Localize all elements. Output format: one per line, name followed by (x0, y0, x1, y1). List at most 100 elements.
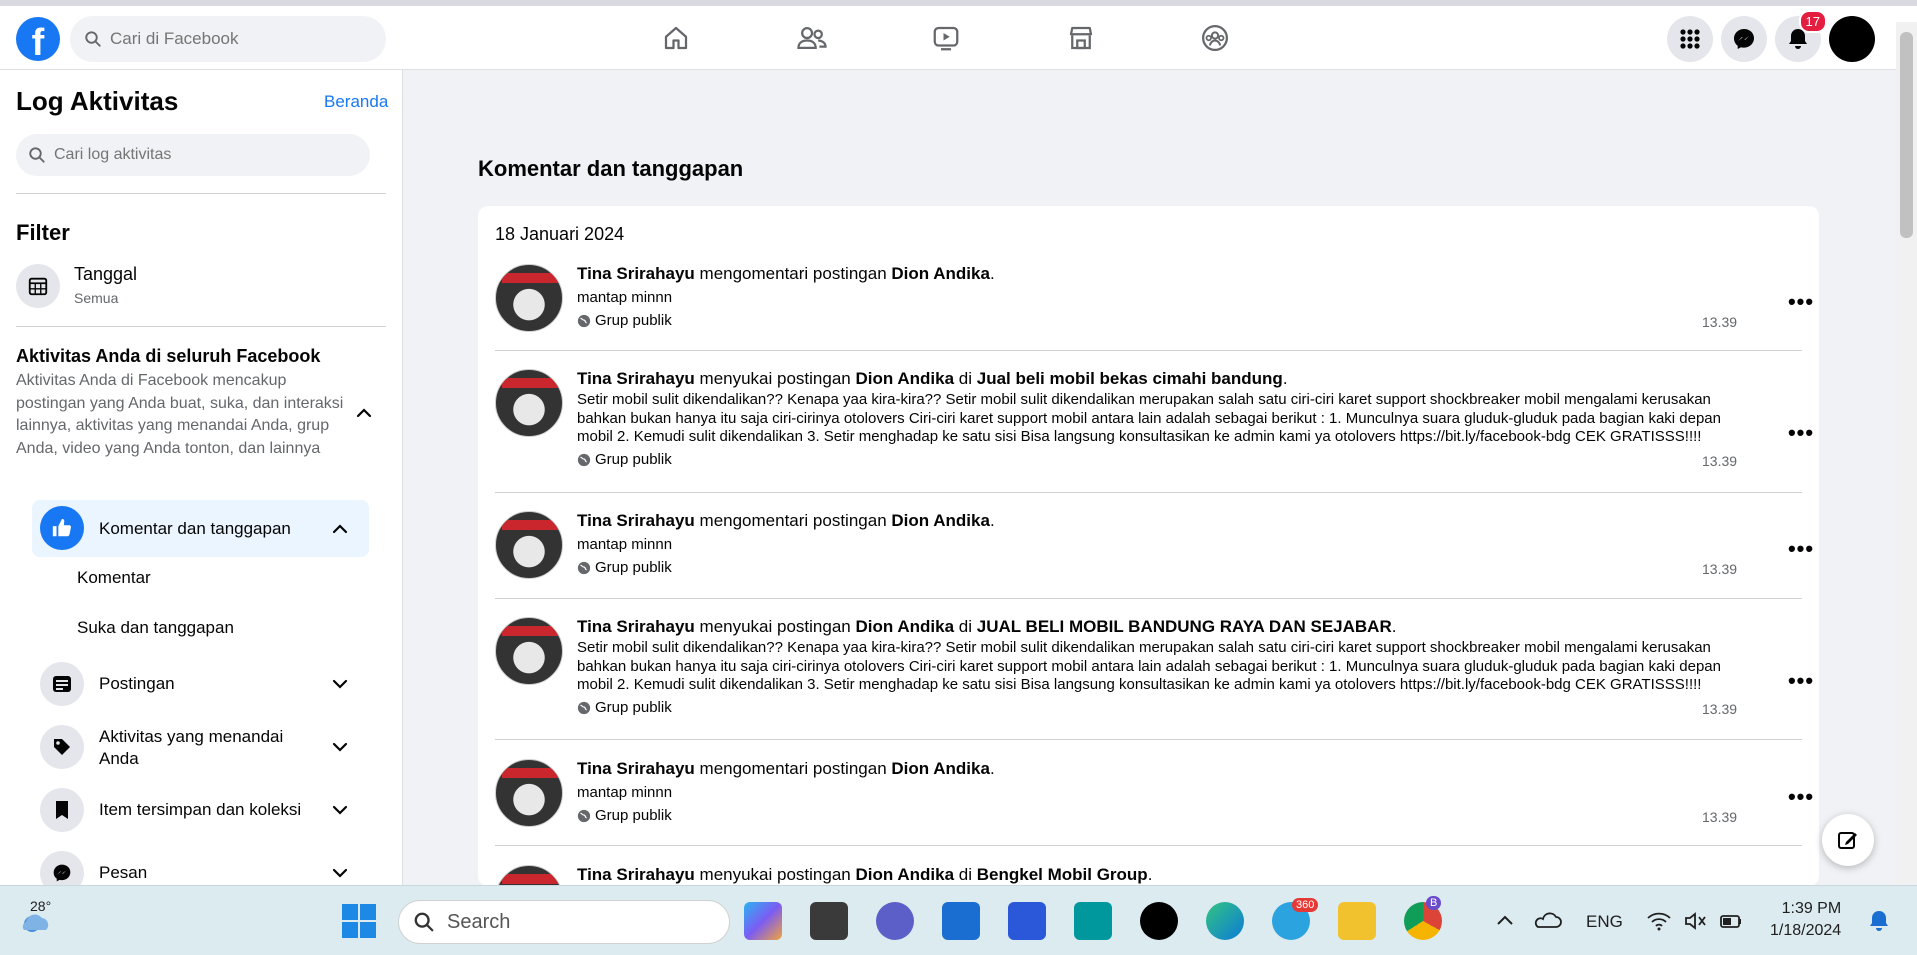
target-name[interactable]: Dion Andika (891, 264, 990, 283)
sentence-end: . (1391, 617, 1397, 636)
group-name[interactable]: JUAL BELI MOBIL BANDUNG RAYA DAN SEJABAR (977, 617, 1392, 636)
chevron-down-icon[interactable] (330, 800, 350, 820)
facebook-search-input[interactable] (110, 29, 350, 49)
divider (495, 845, 1802, 846)
facebook-logo[interactable]: f (16, 17, 60, 61)
windows-start-icon[interactable] (340, 902, 378, 940)
target-name[interactable]: Dion Andika (855, 617, 954, 636)
notification-bell-icon[interactable] (1860, 902, 1898, 940)
chevron-down-icon[interactable] (330, 674, 350, 694)
post-thumbnail[interactable] (495, 511, 563, 579)
more-options-button[interactable]: ••• (1783, 784, 1819, 809)
chevron-down-icon[interactable] (330, 737, 350, 757)
calendar-icon[interactable] (16, 264, 60, 308)
activity-item[interactable]: Tina Srirahayu mengomentari postingan Di… (495, 264, 1813, 334)
post-thumbnail[interactable] (495, 865, 563, 886)
more-options-button[interactable]: ••• (1783, 289, 1819, 314)
new-message-button[interactable] (1822, 814, 1874, 866)
sidebar-item-aktivitas-menandai[interactable]: Aktivitas yang menandai Anda (99, 726, 299, 770)
taskbar-search-label: Search (447, 910, 511, 933)
beranda-link[interactable]: Beranda (324, 92, 388, 112)
cloud-icon[interactable] (1528, 902, 1566, 940)
group-name[interactable]: Jual beli mobil bekas cimahi bandung (977, 369, 1283, 388)
system-clock[interactable]: 1:39 PM 1/18/2024 (1770, 898, 1841, 942)
group-name[interactable]: Bengkel Mobil Group (977, 865, 1148, 884)
video-icon[interactable] (926, 18, 966, 58)
app-icon[interactable] (1008, 902, 1046, 940)
post-thumbnail[interactable] (495, 759, 563, 827)
menu-grid-button[interactable] (1667, 16, 1713, 62)
messenger-button[interactable] (1721, 16, 1767, 62)
account-avatar[interactable] (1829, 16, 1875, 62)
page-scrollbar[interactable] (1896, 22, 1917, 884)
app-icon[interactable] (810, 902, 848, 940)
telegram-icon[interactable]: 360 (1272, 898, 1319, 940)
more-options-button[interactable]: ••• (1783, 420, 1819, 445)
divider (495, 598, 1802, 599)
facebook-search-box[interactable] (70, 16, 386, 62)
more-options-button[interactable]: ••• (1783, 668, 1819, 693)
target-name[interactable]: Dion Andika (855, 369, 954, 388)
activity-item[interactable]: Tina Srirahayu menyukai postingan Dion A… (495, 369, 1813, 469)
actor-name[interactable]: Tina Srirahayu (577, 264, 695, 283)
volume-muted-icon[interactable] (1676, 902, 1714, 940)
sidebar-subitem-suka-tanggapan[interactable]: Suka dan tanggapan (77, 618, 234, 638)
chevron-up-icon[interactable] (354, 403, 374, 423)
edge-icon[interactable] (1206, 902, 1244, 940)
more-options-button[interactable]: ••• (1783, 536, 1819, 561)
post-thumbnail[interactable] (495, 617, 563, 685)
activity-search-box[interactable] (16, 134, 370, 176)
actor-name[interactable]: Tina Srirahayu (577, 759, 695, 778)
target-name[interactable]: Dion Andika (891, 759, 990, 778)
action-text: mengomentari postingan (699, 264, 887, 283)
actor-name[interactable]: Tina Srirahayu (577, 617, 695, 636)
taskbar-search[interactable]: Search (398, 900, 730, 944)
activity-item[interactable]: Tina Srirahayu menyukai postingan Dion A… (495, 865, 1802, 886)
chevron-up-icon[interactable] (330, 519, 350, 539)
sidebar-subitem-komentar[interactable]: Komentar (77, 568, 151, 588)
windows-taskbar: 28° Search 360 B ENG 1:39 PM 1/18/2024 (0, 885, 1917, 955)
activity-item[interactable]: Tina Srirahayu mengomentari postingan Di… (495, 759, 1813, 829)
friends-icon[interactable] (792, 18, 832, 58)
notification-badge: 17 (1798, 10, 1827, 33)
sidebar-item-postingan[interactable]: Postingan (99, 674, 175, 694)
sidebar-item-pesan[interactable]: Pesan (99, 863, 147, 883)
chevron-up-icon[interactable] (1486, 902, 1524, 940)
language-indicator[interactable]: ENG (1586, 912, 1623, 932)
post-thumbnail[interactable] (495, 264, 563, 332)
chrome-icon[interactable]: B (1404, 896, 1442, 940)
file-explorer-icon[interactable] (1338, 902, 1376, 940)
scrollbar-thumb[interactable] (1900, 32, 1913, 238)
activity-section-title[interactable]: Aktivitas Anda di seluruh Facebook (16, 346, 320, 367)
marketplace-icon[interactable] (1061, 18, 1101, 58)
notifications-button[interactable]: 17 (1775, 10, 1827, 62)
home-icon[interactable] (656, 18, 696, 58)
comment-text: mantap minnn (577, 289, 673, 306)
activity-summary: Tina Srirahayu mengomentari postingan Di… (577, 759, 995, 779)
copilot-icon[interactable] (744, 902, 782, 940)
actor-name[interactable]: Tina Srirahayu (577, 511, 695, 530)
post-thumbnail[interactable] (495, 369, 563, 437)
target-name[interactable]: Dion Andika (855, 865, 954, 884)
battery-icon[interactable] (1712, 902, 1750, 940)
actor-name[interactable]: Tina Srirahayu (577, 865, 695, 884)
globe-icon (577, 561, 591, 574)
chevron-down-icon[interactable] (330, 863, 350, 883)
actor-name[interactable]: Tina Srirahayu (577, 369, 695, 388)
activity-search-input[interactable] (54, 146, 334, 164)
activity-item[interactable]: Tina Srirahayu menyukai postingan Dion A… (495, 617, 1813, 717)
sidebar-item-item-tersimpan[interactable]: Item tersimpan dan koleksi (99, 800, 301, 820)
arduino-icon[interactable] (1074, 902, 1112, 940)
wifi-icon[interactable] (1640, 902, 1678, 940)
tiktok-icon[interactable] (1140, 902, 1178, 940)
page-title: Log Aktivitas (16, 86, 179, 116)
date-filter-label[interactable]: Tanggal (74, 264, 137, 285)
activity-item[interactable]: Tina Srirahayu mengomentari postingan Di… (495, 511, 1813, 581)
telegram-badge: 360 (1292, 898, 1319, 912)
teams-icon[interactable] (876, 902, 914, 940)
groups-icon[interactable] (1195, 18, 1235, 58)
target-name[interactable]: Dion Andika (891, 511, 990, 530)
date-header: 18 Januari 2024 (495, 224, 625, 244)
store-icon[interactable] (942, 902, 980, 940)
globe-icon (577, 701, 591, 714)
